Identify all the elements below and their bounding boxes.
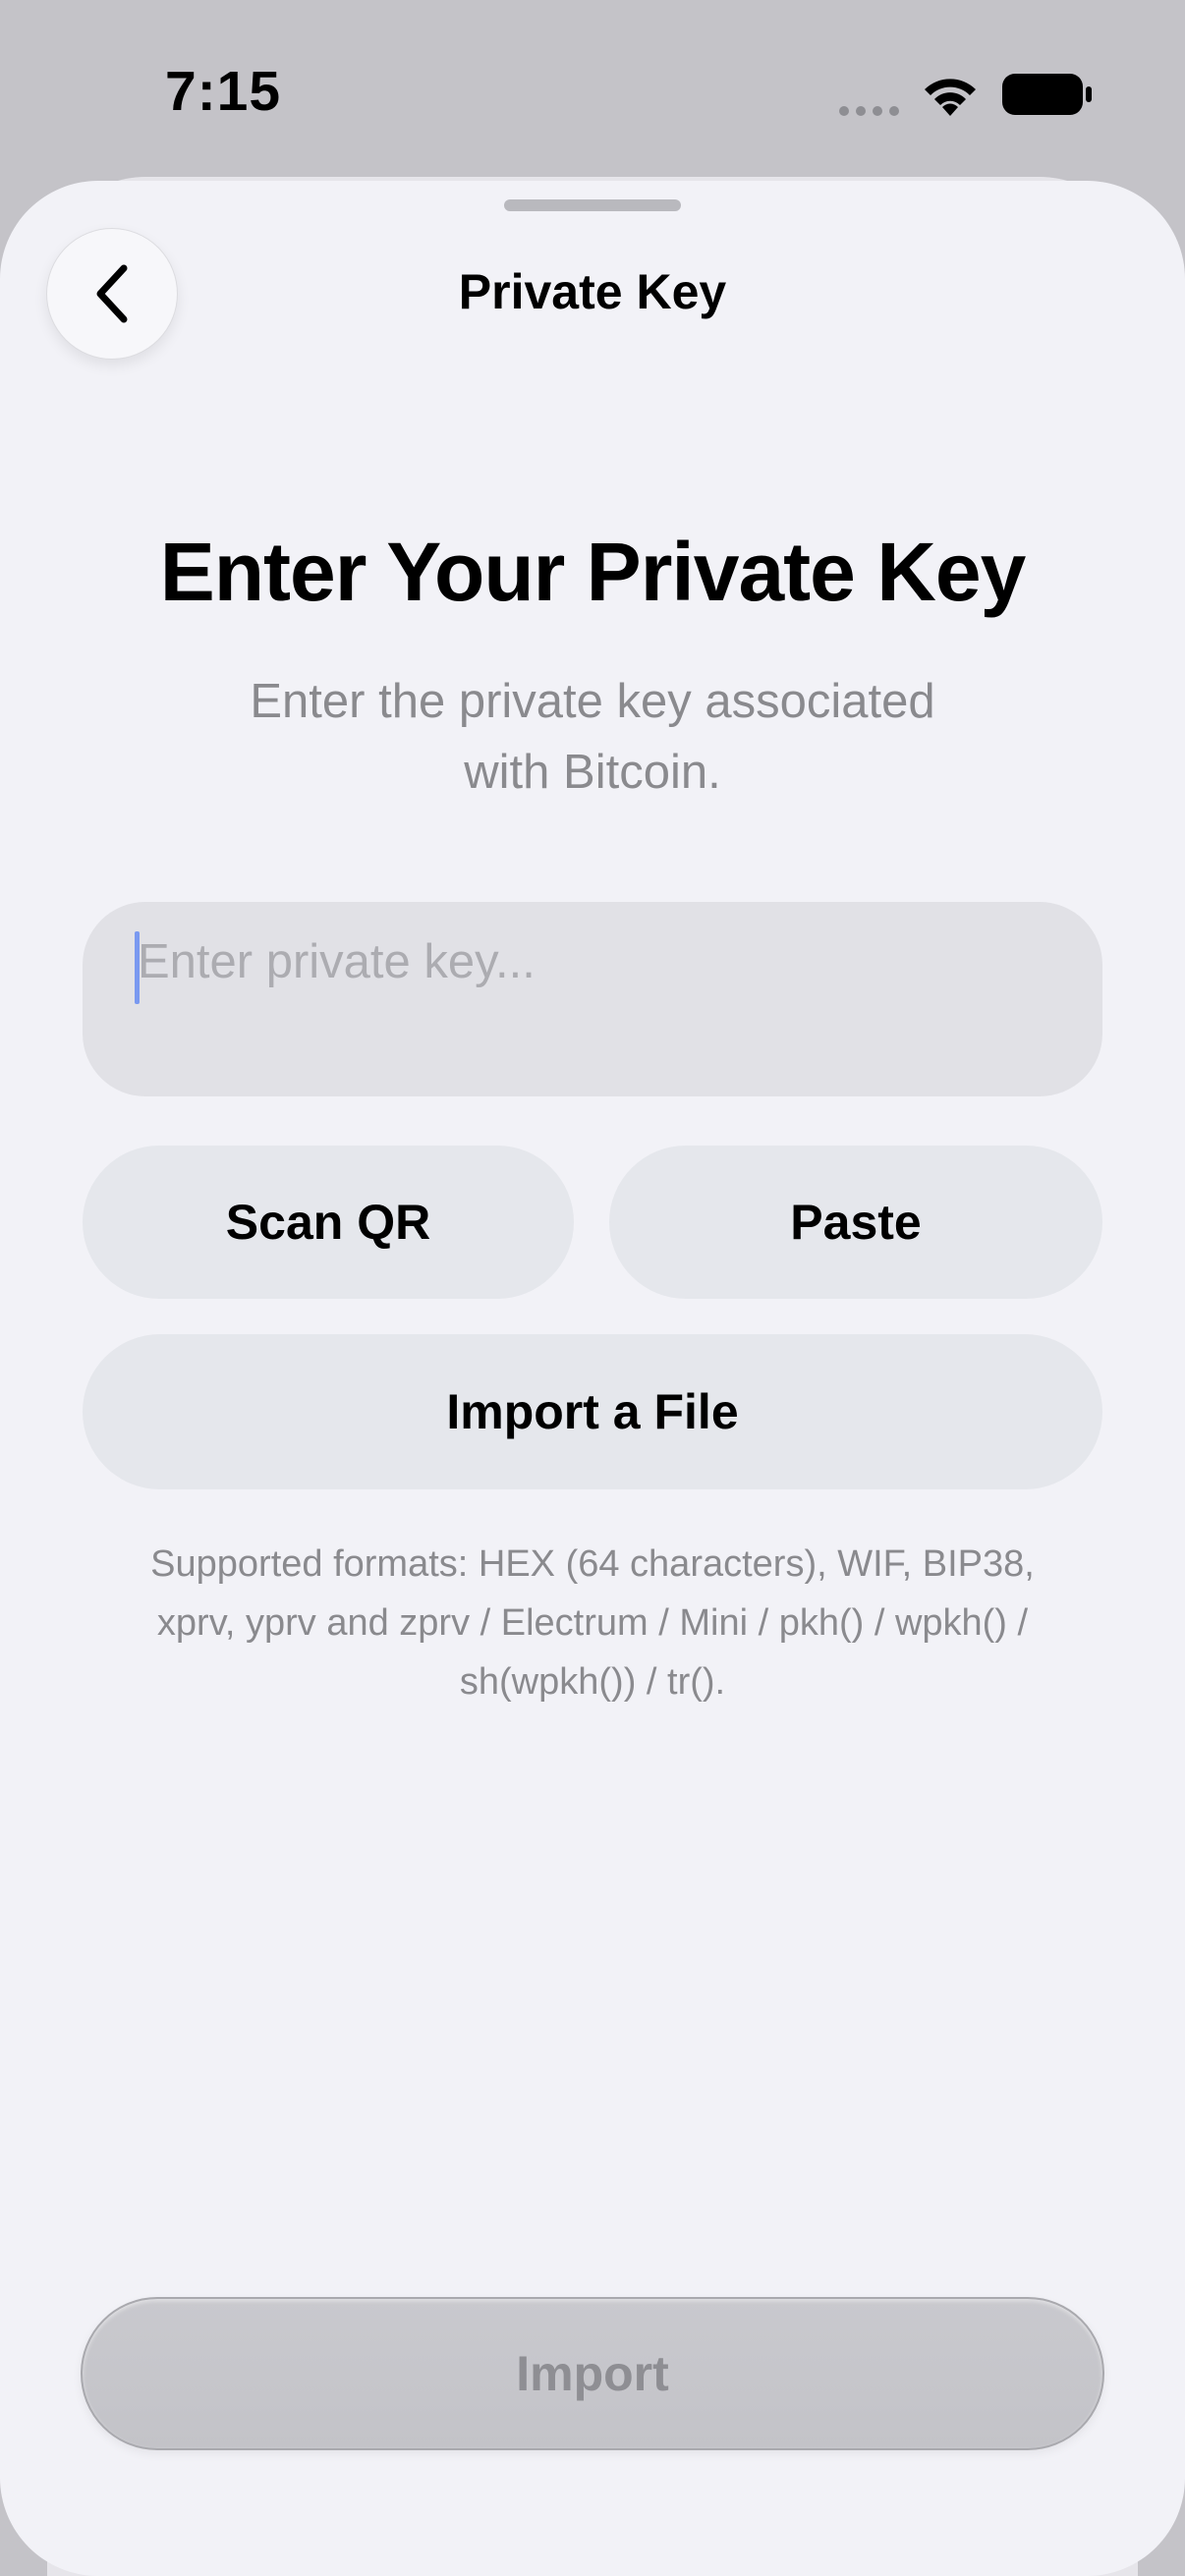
subtitle-line-1: Enter the private key associated [250, 675, 935, 728]
page-title: Enter Your Private Key [159, 526, 1027, 618]
wifi-icon [925, 79, 976, 116]
page-subtitle: Enter the private key associated with Bi… [199, 666, 986, 808]
supported-formats-note: Supported formats: HEX (64 characters), … [102, 1535, 1083, 1711]
formats-line-1: Supported formats: HEX (64 characters), … [150, 1543, 1035, 1585]
formats-line-3: sh(wpkh()) / tr(). [459, 1661, 726, 1703]
status-time: 7:15 [165, 60, 282, 123]
cellular-dots-icon [839, 106, 899, 116]
formats-line-2: xprv, yprv and zprv / Electrum / Mini / … [156, 1602, 1029, 1644]
scan-qr-button[interactable]: Scan QR [83, 1146, 574, 1299]
text-caret [135, 931, 140, 1004]
private-key-field[interactable] [83, 902, 1102, 1096]
subtitle-line-2: with Bitcoin. [464, 746, 721, 799]
private-key-input[interactable] [134, 927, 1057, 996]
import-button[interactable]: Import [81, 2297, 1104, 2450]
nav-title: Private Key [458, 264, 727, 319]
paste-button[interactable]: Paste [609, 1146, 1102, 1299]
battery-icon [1002, 74, 1092, 115]
status-bar: 7:15 [0, 0, 1185, 187]
modal-sheet: Private Key Enter Your Private Key Enter… [0, 181, 1185, 2576]
import-file-button[interactable]: Import a File [83, 1334, 1102, 1489]
sheet-grabber[interactable] [504, 199, 681, 211]
